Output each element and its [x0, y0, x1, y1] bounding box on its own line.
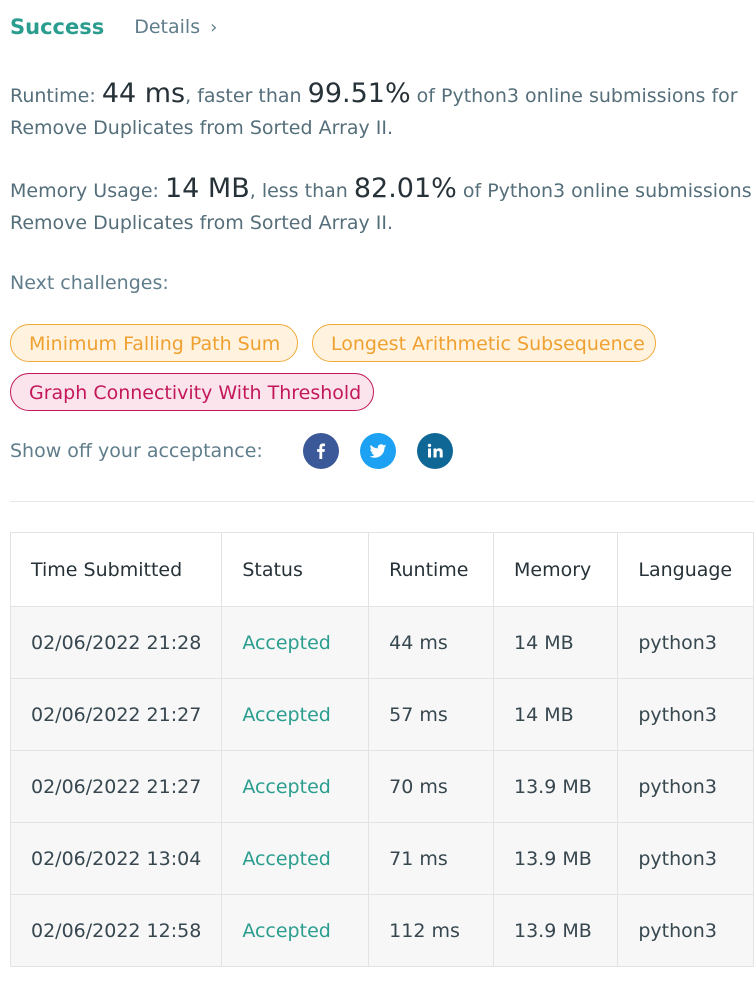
runtime-value: 44 ms [101, 78, 186, 109]
memory-cell: 14 MB [492, 606, 619, 679]
runtime-cell: 71 ms [368, 822, 494, 895]
facebook-icon[interactable] [302, 433, 339, 469]
time-cell: 02/06/2022 21:28 [9, 606, 223, 679]
details-link[interactable]: Details › [134, 16, 217, 38]
runtime-suffix: of Python3 online submissions for [416, 85, 738, 107]
language-cell: python3 [617, 678, 754, 751]
memory-problem: Remove Duplicates from Sorted Array II. [10, 212, 394, 234]
runtime-cell: 44 ms [368, 606, 494, 679]
status-link[interactable]: Accepted [221, 822, 370, 895]
runtime-cell: 70 ms [368, 750, 494, 823]
column-header-runtime[interactable]: Runtime [368, 532, 494, 607]
column-header-time[interactable]: Time Submitted [9, 532, 223, 607]
memory-stat: Memory Usage: 14 MB, less than 82.01% of… [10, 173, 754, 239]
memory-cell: 14 MB [492, 678, 619, 751]
status-title: Success [10, 15, 105, 39]
memory-cell: 13.9 MB [492, 750, 619, 823]
column-header-status[interactable]: Status [221, 532, 370, 607]
language-cell: python3 [617, 822, 754, 895]
column-header-memory[interactable]: Memory [492, 532, 619, 607]
language-cell: python3 [617, 750, 754, 823]
challenge-pill[interactable]: Longest Arithmetic Subsequence [312, 324, 656, 362]
result-header: Success Details › [10, 15, 217, 39]
status-link[interactable]: Accepted [221, 678, 370, 751]
memory-suffix: of Python3 online submissions for [462, 180, 754, 202]
submissions-table: Time Submitted Status Runtime Memory Lan… [9, 532, 754, 967]
runtime-percent: 99.51% [307, 78, 411, 109]
language-cell: python3 [617, 894, 754, 967]
challenge-title: Minimum Falling Path Sum [29, 333, 281, 355]
table-row: 02/06/2022 12:58 Accepted 112 ms 13.9 MB… [9, 894, 754, 967]
challenge-title: Graph Connectivity With Threshold [29, 382, 362, 404]
runtime-comparison: , faster than [185, 85, 302, 107]
status-link[interactable]: Accepted [221, 894, 370, 967]
table-row: 02/06/2022 13:04 Accepted 71 ms 13.9 MB … [9, 822, 754, 895]
language-cell: python3 [617, 606, 754, 679]
memory-value: 14 MB [164, 173, 250, 204]
divider [10, 501, 754, 502]
runtime-cell: 57 ms [368, 678, 494, 751]
table-row: 02/06/2022 21:28 Accepted 44 ms 14 MB py… [9, 606, 754, 679]
challenge-title: Longest Arithmetic Subsequence [331, 333, 645, 355]
memory-label: Memory Usage: [10, 180, 159, 202]
column-header-language[interactable]: Language [617, 532, 754, 607]
share-row: Show off your acceptance: [10, 433, 453, 469]
memory-cell: 13.9 MB [492, 822, 619, 895]
memory-cell: 13.9 MB [492, 894, 619, 967]
runtime-cell: 112 ms [368, 894, 494, 967]
challenge-pill[interactable]: Graph Connectivity With Threshold [10, 373, 374, 411]
table-header-row: Time Submitted Status Runtime Memory Lan… [9, 532, 754, 607]
chevron-right-icon: › [210, 16, 218, 38]
status-link[interactable]: Accepted [221, 750, 370, 823]
next-challenges-label: Next challenges: [10, 272, 169, 294]
time-cell: 02/06/2022 21:27 [9, 678, 223, 751]
table-row: 02/06/2022 21:27 Accepted 57 ms 14 MB py… [9, 678, 754, 751]
share-label: Show off your acceptance: [10, 440, 263, 462]
table-row: 02/06/2022 21:27 Accepted 70 ms 13.9 MB … [9, 750, 754, 823]
time-cell: 02/06/2022 21:27 [9, 750, 223, 823]
runtime-problem: Remove Duplicates from Sorted Array II. [10, 117, 394, 139]
memory-percent: 82.01% [353, 173, 457, 204]
linkedin-icon[interactable] [416, 433, 453, 469]
runtime-stat: Runtime: 44 ms, faster than 99.51% of Py… [10, 78, 738, 144]
memory-comparison: , less than [249, 180, 348, 202]
twitter-icon[interactable] [359, 433, 396, 469]
time-cell: 02/06/2022 12:58 [9, 894, 223, 967]
time-cell: 02/06/2022 13:04 [9, 822, 223, 895]
runtime-label: Runtime: [10, 85, 96, 107]
status-link[interactable]: Accepted [221, 606, 370, 679]
challenge-pill[interactable]: Minimum Falling Path Sum [10, 324, 298, 362]
details-label: Details [134, 16, 201, 38]
